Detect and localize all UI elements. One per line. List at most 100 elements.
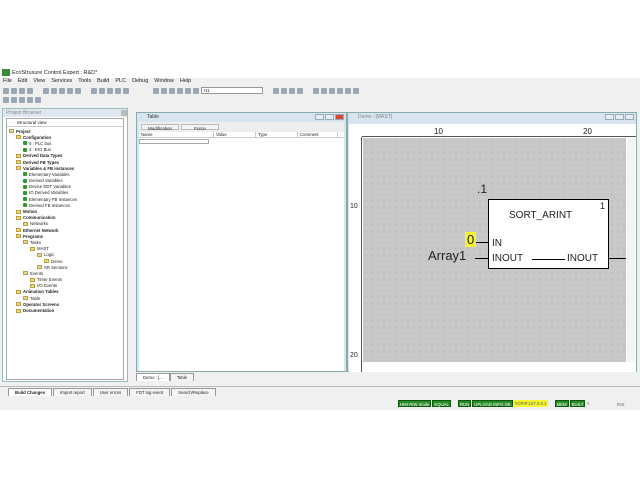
maximize-button[interactable]: [325, 114, 334, 120]
menu-edit[interactable]: Edit: [18, 78, 27, 86]
transfer-icon[interactable]: [169, 87, 175, 94]
tree-item[interactable]: Documentation: [9, 307, 121, 313]
stop-icon[interactable]: [185, 87, 191, 94]
column-header-type[interactable]: Type: [256, 132, 298, 137]
menu-plc[interactable]: PLC: [115, 78, 126, 86]
vertical-scrollbar[interactable]: [627, 138, 635, 362]
analyze-icon[interactable]: [115, 87, 121, 94]
force-button[interactable]: Force: [181, 124, 219, 131]
layout-icon[interactable]: [329, 87, 335, 94]
breakpoint-icon[interactable]: [321, 87, 327, 94]
tree-item-label: IO Derived Variables: [29, 190, 69, 196]
tree-item-label: Tasks: [30, 239, 41, 245]
project-browser-icon[interactable]: [3, 96, 9, 103]
in-value[interactable]: 0: [465, 232, 477, 247]
status-indicator: MEM: [554, 400, 569, 407]
toolbar-main: H1: [0, 86, 359, 95]
output-tab[interactable]: Build Changes: [8, 388, 53, 396]
structural-view-label: Structural view: [7, 119, 123, 127]
menu-tools[interactable]: Tools: [78, 78, 91, 86]
animation-icon[interactable]: [273, 87, 279, 94]
minimize-button[interactable]: [605, 114, 614, 120]
close-icon[interactable]: [121, 110, 127, 116]
tree-item-label: Communication: [23, 215, 56, 221]
pin-icon[interactable]: [345, 87, 351, 94]
modification-button[interactable]: Modification: [141, 124, 179, 131]
ins-indicator: INS: [617, 402, 625, 407]
menu-file[interactable]: File: [3, 78, 12, 86]
block-name: SORT_ARINT: [509, 210, 573, 221]
tree-item-label: Variables & FB instances: [23, 165, 75, 171]
status-indicator: TCPIP:127.0.0.1: [513, 400, 548, 407]
replace-icon[interactable]: [107, 87, 113, 94]
folder-icon: [16, 135, 21, 140]
save-icon[interactable]: [19, 87, 25, 94]
menu-help[interactable]: Help: [180, 78, 191, 86]
close-button[interactable]: [335, 114, 344, 120]
output-tab[interactable]: Search/Replace: [171, 388, 216, 396]
column-header-name[interactable]: Name: [139, 132, 214, 137]
find-icon[interactable]: [99, 87, 105, 94]
print-icon[interactable]: [27, 87, 33, 94]
grid-icon[interactable]: [19, 96, 25, 103]
zoom-icon[interactable]: [35, 96, 41, 103]
minimize-button[interactable]: [315, 114, 324, 120]
hierarchy-icon[interactable]: [11, 96, 17, 103]
build-icon[interactable]: [91, 87, 97, 94]
fbd-canvas[interactable]: .1 SORT_ARINT 1 IN INOUT INOUT 0 Array1: [363, 138, 626, 362]
tree-item-label: SR Sections: [44, 264, 68, 270]
search-icon[interactable]: [193, 87, 199, 94]
menu-debug[interactable]: Debug: [132, 78, 148, 86]
output-tab[interactable]: FDT log event: [129, 388, 171, 396]
redo-icon[interactable]: [75, 87, 81, 94]
list-icon[interactable]: [27, 96, 33, 103]
tree-item-label: Derived FB Instances: [29, 202, 71, 208]
close-button[interactable]: [625, 114, 634, 120]
toolbar-combo[interactable]: H1: [201, 87, 263, 94]
cut-icon[interactable]: [43, 87, 49, 94]
rebuild-icon[interactable]: [123, 87, 129, 94]
copy-icon[interactable]: [51, 87, 57, 94]
step-icon[interactable]: [313, 87, 319, 94]
pin-inout-out[interactable]: INOUT: [567, 253, 598, 264]
function-block[interactable]: SORT_ARINT 1 IN INOUT INOUT: [488, 199, 609, 269]
folder-icon: [16, 215, 21, 220]
tree-item-label: 0 : PLC bus: [29, 140, 52, 146]
var-icon: [23, 184, 27, 189]
ruler-left-10: 10: [350, 203, 358, 210]
disconnect-icon[interactable]: [161, 87, 167, 94]
connect-icon[interactable]: [153, 87, 159, 94]
tab-table[interactable]: Table: [169, 373, 195, 381]
menu-window[interactable]: Window: [154, 78, 174, 86]
menu-build[interactable]: Build: [97, 78, 109, 86]
name-input[interactable]: [139, 139, 209, 144]
window-icon[interactable]: [337, 87, 343, 94]
column-header-comment[interactable]: Comment: [298, 132, 338, 137]
var-icon: [23, 197, 27, 202]
menu-services[interactable]: Services: [51, 78, 72, 86]
inout-variable[interactable]: Array1: [428, 248, 466, 263]
run-icon[interactable]: [177, 87, 183, 94]
watch-icon[interactable]: [281, 87, 287, 94]
section-icon: [44, 259, 49, 264]
pin-in[interactable]: IN: [492, 238, 502, 249]
folder-icon: [37, 265, 42, 270]
output-tab[interactable]: Import report: [53, 388, 92, 396]
zoom-icon[interactable]: [297, 87, 303, 94]
maximize-button[interactable]: [615, 114, 624, 120]
menu-bar: File Edit View Services Tools Build PLC Debug Wi…: [0, 78, 191, 86]
undo-icon[interactable]: [67, 87, 73, 94]
pin-inout-in[interactable]: INOUT: [492, 253, 523, 264]
tree-item-label: Networks: [30, 221, 48, 227]
output-tab[interactable]: User errors: [92, 388, 129, 396]
new-icon[interactable]: [3, 87, 9, 94]
tab-demo[interactable]: Demo : [...: [136, 373, 170, 381]
column-header-value[interactable]: Value: [214, 132, 256, 137]
tree-item-label: Configuration: [23, 134, 52, 140]
debug-icon[interactable]: [289, 87, 295, 94]
folder-icon: [30, 277, 35, 282]
open-icon[interactable]: [11, 87, 17, 94]
help-icon[interactable]: [353, 87, 359, 94]
menu-view[interactable]: View: [33, 78, 45, 86]
paste-icon[interactable]: [59, 87, 65, 94]
